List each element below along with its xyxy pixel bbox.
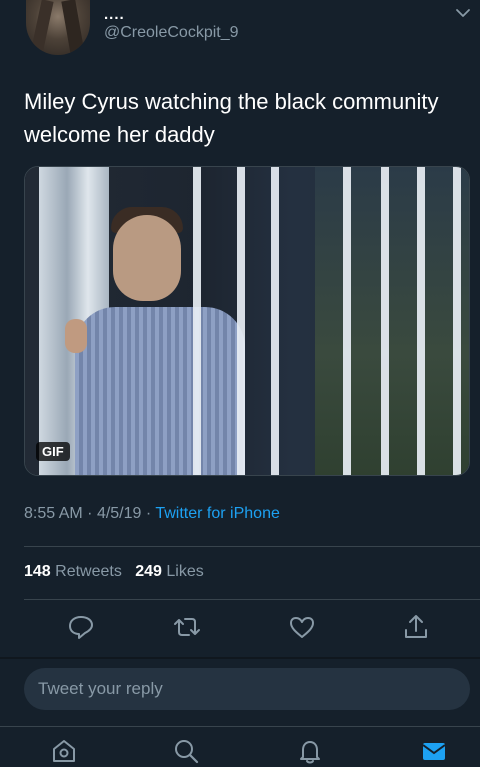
meta-separator: · — [145, 505, 152, 522]
gif-window-bar — [381, 167, 389, 475]
tweet-media-gif[interactable] — [24, 166, 470, 476]
tweet-header: .... @CreoleCockpit_9 — [0, 0, 480, 70]
tweet-date: 4/5/19 — [96, 505, 142, 522]
retweet-icon[interactable] — [172, 612, 202, 642]
retweets-label[interactable]: Retweets — [55, 563, 122, 580]
reply-icon[interactable] — [66, 612, 96, 642]
tweet-stats: 148 Retweets 249 Likes — [24, 563, 204, 581]
avatar[interactable] — [26, 0, 90, 55]
avatar-hair — [61, 0, 85, 55]
chevron-down-icon[interactable] — [452, 2, 474, 24]
divider — [24, 599, 480, 600]
search-icon[interactable] — [172, 737, 200, 765]
gif-person-head — [113, 215, 181, 301]
likes-label[interactable]: Likes — [166, 563, 203, 580]
display-name[interactable]: .... — [104, 6, 125, 23]
tweet-text: Miley Cyrus watching the black community… — [24, 89, 439, 147]
tweet-time: 8:55 AM — [24, 505, 83, 522]
gif-window — [315, 167, 469, 475]
reply-input[interactable] — [24, 668, 470, 710]
gif-badge: GIF — [36, 442, 70, 461]
gif-window-bar — [453, 167, 461, 475]
gif-person-hand — [65, 319, 87, 353]
avatar-hair — [30, 0, 54, 55]
like-icon[interactable] — [287, 612, 317, 642]
home-icon[interactable] — [50, 737, 78, 765]
bottom-tab-bar — [0, 726, 480, 767]
gif-window-bar — [271, 167, 279, 475]
gif-window-bar — [237, 167, 245, 475]
gif-window-bar — [193, 167, 201, 475]
messages-icon[interactable] — [420, 737, 448, 765]
likes-count[interactable]: 249 — [135, 563, 162, 580]
gif-person-shirt — [75, 307, 245, 475]
divider — [24, 546, 480, 547]
retweets-count[interactable]: 148 — [24, 563, 51, 580]
gif-window-bar — [343, 167, 351, 475]
divider — [0, 657, 480, 659]
gif-window-bar — [417, 167, 425, 475]
tweet-meta: 8:55 AM · 4/5/19 · Twitter for iPhone — [24, 505, 280, 523]
notifications-icon[interactable] — [296, 737, 324, 765]
user-handle[interactable]: @CreoleCockpit_9 — [104, 24, 239, 42]
share-icon[interactable] — [401, 612, 431, 642]
meta-separator: · — [87, 505, 93, 522]
tweet-source-link[interactable]: Twitter for iPhone — [155, 505, 280, 522]
